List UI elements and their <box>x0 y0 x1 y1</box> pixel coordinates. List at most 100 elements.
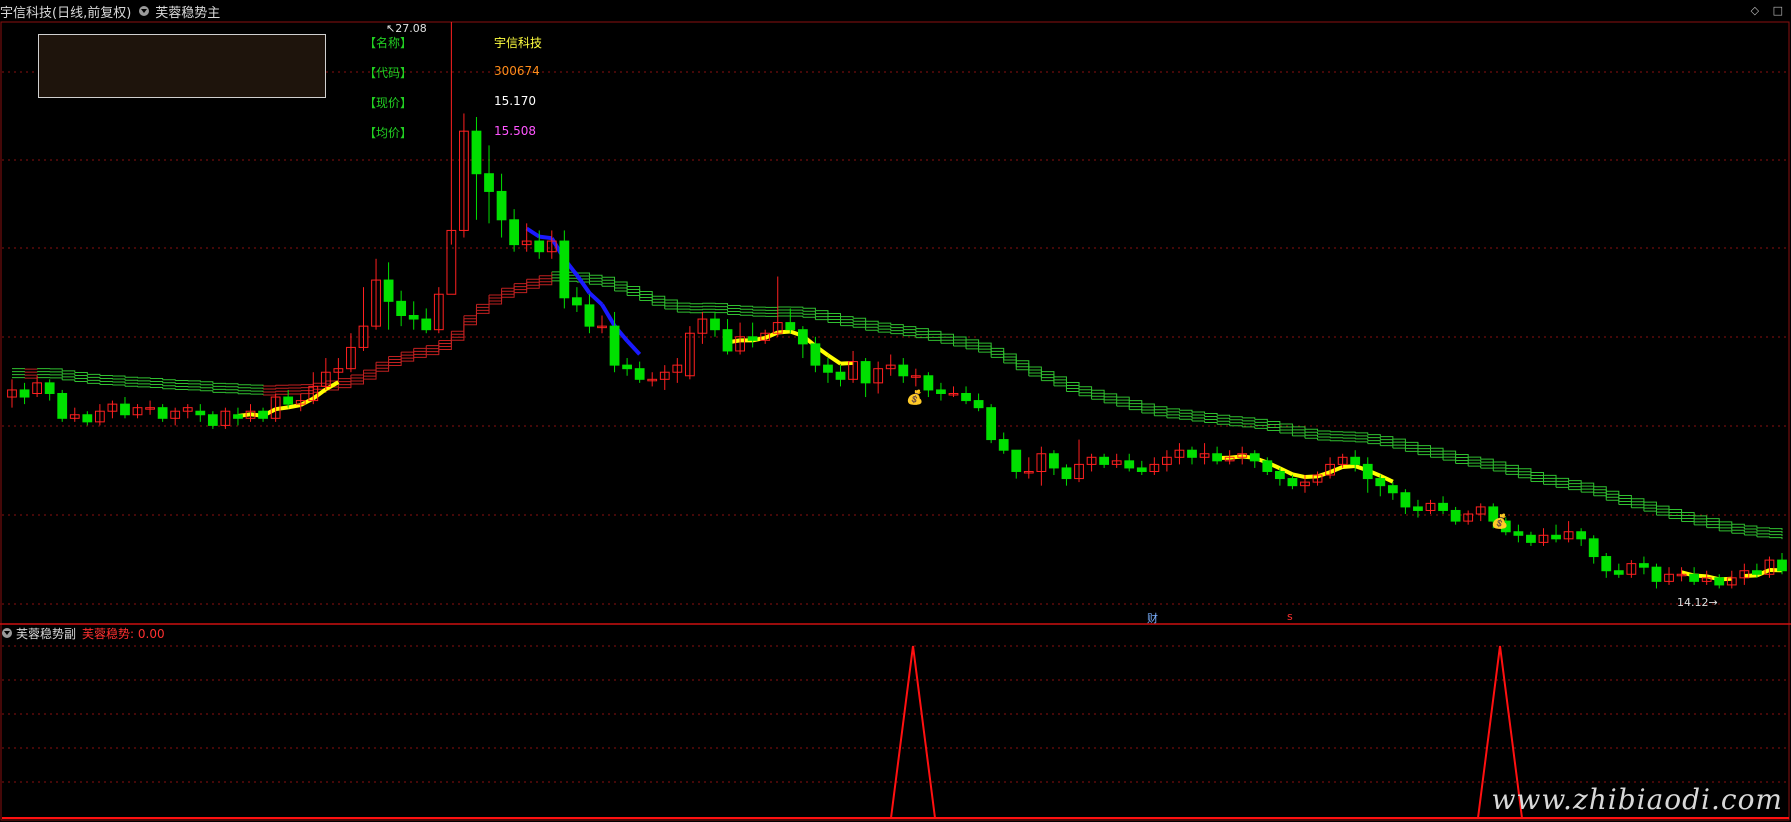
trend-band-step <box>1656 514 1670 519</box>
trend-band-step <box>940 342 954 346</box>
trend-band-step <box>363 362 377 371</box>
trend-band-step <box>438 337 452 347</box>
main-indicator-name[interactable]: 芙蓉稳势主 <box>155 2 220 21</box>
trend-band-step <box>1066 388 1080 393</box>
info-box <box>38 34 326 98</box>
trend-band-step <box>1430 450 1444 455</box>
signal-line-segment <box>324 380 340 392</box>
trend-band-step <box>915 331 929 335</box>
trend-band-step <box>1166 411 1180 414</box>
candle-down <box>860 361 871 384</box>
trend-band-step <box>1242 417 1256 420</box>
trend-band-step <box>639 300 653 306</box>
trend-band-step <box>903 326 917 329</box>
info-avg-row: 【均价】 <box>364 124 412 141</box>
trend-band-step <box>1066 391 1080 396</box>
signal-line-segment <box>287 403 302 410</box>
trend-band-step <box>802 307 816 311</box>
trend-band-step <box>940 336 954 340</box>
trend-band-step <box>476 300 490 311</box>
trend-band-step <box>1480 467 1494 472</box>
signal-line-segment <box>538 234 553 241</box>
trend-band-step <box>49 374 63 377</box>
s-marker[interactable]: s <box>1287 610 1293 623</box>
trend-band-step <box>99 375 113 377</box>
trend-band-step <box>1342 431 1356 433</box>
trend-band-step <box>87 373 101 376</box>
trend-band-step <box>1417 445 1432 449</box>
trend-band-step <box>1141 409 1155 413</box>
candle-down <box>986 407 997 441</box>
trend-band-step <box>1229 416 1243 418</box>
trend-band-step <box>1342 440 1356 442</box>
trend-band-step <box>1606 493 1620 499</box>
trend-band-step <box>714 312 729 315</box>
trend-band-step <box>1643 510 1657 516</box>
trend-band-step <box>652 304 666 310</box>
trend-band-step <box>1342 437 1356 439</box>
trend-band-step <box>1719 530 1733 534</box>
candle-down <box>233 414 243 419</box>
trend-band-step <box>1493 470 1507 475</box>
trend-band-step <box>200 390 214 393</box>
info-price-row: 【现价】 <box>364 94 412 111</box>
chart-canvas[interactable] <box>0 0 1791 822</box>
sub-indicator-spike <box>890 645 936 819</box>
diamond-icon[interactable]: ◇ <box>1751 4 1759 17</box>
trend-band-step <box>1016 369 1030 377</box>
trend-band-step <box>150 377 164 380</box>
square-icon[interactable]: □ <box>1773 4 1783 17</box>
trend-band-step <box>150 383 164 386</box>
trend-band-step <box>1179 409 1193 413</box>
trend-band-step <box>727 313 741 316</box>
candle-down <box>157 407 168 419</box>
trend-band-step <box>928 330 942 335</box>
trend-band-step <box>187 383 201 385</box>
trend-band-step <box>438 331 452 341</box>
trend-band-step <box>426 340 440 347</box>
candle-down <box>936 389 946 394</box>
trend-band-step <box>200 387 214 390</box>
candle-down <box>496 190 507 221</box>
high-price-label: ↖27.08 <box>386 22 427 35</box>
candle-down <box>396 300 407 317</box>
trend-band-step <box>853 326 867 331</box>
trend-band-step <box>501 286 515 292</box>
trend-band-step <box>1543 483 1557 488</box>
trend-band-step <box>1756 527 1770 529</box>
candle-down <box>572 297 582 306</box>
trend-band-step <box>627 295 641 301</box>
trend-band-step <box>74 380 88 384</box>
candle-down <box>82 414 93 423</box>
stock-title[interactable]: 宇信科技(日线,前复权) <box>0 2 131 21</box>
trend-band-step <box>1367 443 1381 446</box>
trend-band-step <box>1204 421 1218 425</box>
trend-band-step <box>714 309 729 312</box>
signal-line-segment <box>588 291 604 307</box>
signal-line-segment <box>826 353 842 366</box>
trend-band-step <box>74 374 88 378</box>
signal-line-segment <box>600 303 617 327</box>
sub-indicator-name[interactable]: 芙蓉稳势副 <box>16 625 76 642</box>
trend-band-step <box>162 385 176 387</box>
trend-band-step <box>1455 453 1469 458</box>
trend-band-step <box>1066 385 1080 390</box>
trend-band-step <box>1254 421 1268 425</box>
trend-band-step <box>1556 486 1570 490</box>
indicator-menu-icon[interactable] <box>139 6 150 16</box>
trend-band-step <box>1292 432 1306 436</box>
trend-band-step <box>1217 420 1231 423</box>
sub-indicator-menu-icon[interactable] <box>2 628 12 638</box>
trend-band-step <box>589 277 603 281</box>
info-price-label: 【现价】 <box>364 96 413 110</box>
trend-band-step <box>1192 414 1206 417</box>
candle-down <box>57 392 68 419</box>
candle-down <box>258 410 268 419</box>
trend-band-step <box>74 371 88 375</box>
trend-band-step <box>1430 456 1444 461</box>
trend-band-step <box>1618 504 1632 508</box>
finance-marker[interactable]: 财 <box>1147 610 1158 626</box>
trend-band-step <box>1204 412 1218 416</box>
money-bag-icon: 💰 <box>906 390 924 406</box>
trend-band-step <box>1179 415 1193 419</box>
